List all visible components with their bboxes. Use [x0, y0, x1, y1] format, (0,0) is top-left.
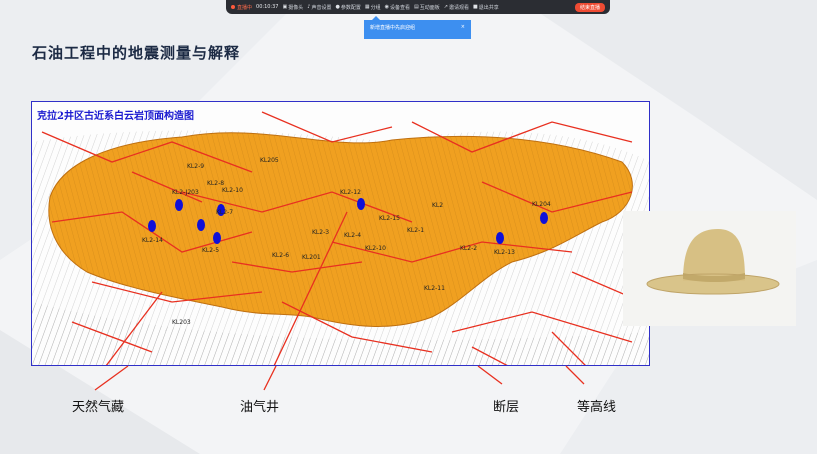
stop-icon: ■ — [472, 4, 478, 10]
user-icon: ● — [335, 4, 340, 10]
structure-map: KL2-9 KL2-8 KL2-10 KL2-7 KL205 KL2-12 KL… — [31, 101, 650, 366]
contour-map-graphic: KL2-9 KL2-8 KL2-10 KL2-7 KL205 KL2-12 KL… — [32, 111, 649, 365]
location-icon: ◉ — [384, 4, 389, 10]
well-label: KL2-6 — [272, 252, 289, 259]
device-button[interactable]: ◉ 设备查看 — [385, 4, 410, 11]
live-dot-icon — [231, 5, 235, 9]
live-timer: 00:10:37 — [256, 4, 279, 10]
audio-settings-button[interactable]: ♪ 声音设置 — [307, 4, 331, 11]
invite-button[interactable]: ↗ 邀请观看 — [444, 4, 469, 11]
well-label: KL205 — [260, 157, 279, 164]
well-label: KL2 — [432, 202, 443, 209]
well-label: KL2-11 — [424, 285, 445, 292]
end-live-button[interactable]: 结束直播 — [574, 2, 605, 12]
well-label: KL2-15 — [379, 215, 400, 222]
well-label: KL2-5 — [202, 247, 219, 254]
well-label: KL2-3 — [312, 229, 329, 236]
label-fault: 断层 — [493, 400, 520, 415]
well-label: KL2-9 — [187, 163, 204, 170]
interaction-button[interactable]: ▤ 互动面板 — [414, 4, 440, 11]
notification-toast: 新增直播中先启迎组 × — [364, 16, 471, 39]
toast-text: 新增直播中先启迎组 — [370, 25, 416, 31]
group-button[interactable]: ▦ 分组 — [365, 4, 381, 11]
well-label: KL203 — [172, 319, 191, 326]
well-marker — [357, 198, 365, 210]
params-button[interactable]: ● 参数配置 — [335, 4, 360, 11]
well-label: KL2-13 — [494, 249, 515, 256]
label-contour: 等高线 — [577, 400, 617, 415]
well-marker — [175, 199, 183, 211]
camera-icon: ▣ — [282, 4, 288, 10]
well-label: KL2-1 — [407, 227, 424, 234]
well-label: KL2-14 — [142, 237, 163, 244]
label-gas-reservoir: 天然气藏 — [72, 400, 125, 415]
microphone-icon: ♪ — [307, 4, 311, 10]
well-marker — [540, 212, 548, 224]
screen-share-toolbar: 直播中 00:10:37 ▣ 摄像头 ♪ 声音设置 ● 参数配置 ▦ 分组 ◉ 设备查看 … — [226, 0, 610, 14]
well-marker — [148, 220, 156, 232]
toast-close-icon[interactable]: × — [461, 24, 465, 35]
well-label: KL2-12 — [340, 189, 361, 196]
well-label: KL2-10 — [365, 245, 386, 252]
label-oil-well: 油气井 — [240, 400, 280, 415]
well-label: KL2-8 — [207, 180, 224, 187]
live-indicator: 直播中 — [231, 4, 252, 11]
well-label: KL2-2 — [460, 245, 477, 252]
well-label: KL2-4 — [344, 232, 361, 239]
well-marker — [197, 219, 205, 231]
panel-icon: ▤ — [413, 4, 419, 10]
well-label: KL2-10 — [222, 187, 243, 194]
camera-button[interactable]: ▣ 摄像头 — [282, 4, 303, 11]
well-label: KL201 — [302, 254, 321, 261]
well-label: KL2-J203 — [172, 189, 199, 196]
stop-share-button[interactable]: ■ 退出共享 — [473, 4, 499, 11]
grid-icon: ▦ — [364, 4, 370, 10]
well-marker — [213, 232, 221, 244]
slide-title: 石油工程中的地震测量与解释 — [32, 44, 241, 62]
well-label: KL204 — [532, 201, 551, 208]
straw-hat-image — [623, 211, 796, 326]
well-label: KL2-7 — [216, 209, 233, 216]
map-title: 克拉2井区古近系白云岩顶面构造图 — [37, 111, 194, 122]
share-icon: ↗ — [443, 4, 448, 10]
well-marker — [496, 232, 504, 244]
live-label: 直播中 — [237, 4, 253, 11]
